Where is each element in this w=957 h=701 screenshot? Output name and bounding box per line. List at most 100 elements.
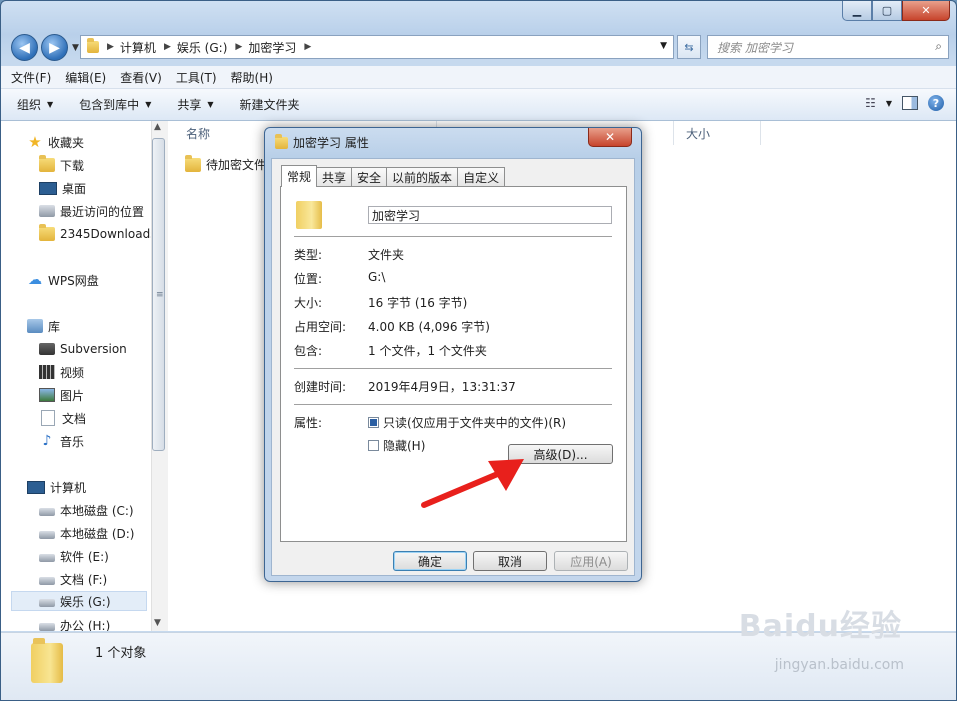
preview-pane-icon[interactable]: [902, 96, 918, 110]
sidebar-item-recent[interactable]: 最近访问的位置: [39, 201, 144, 221]
hidden-checkbox[interactable]: [368, 440, 379, 451]
maximize-button[interactable]: ▢: [872, 1, 902, 21]
readonly-checkbox-row[interactable]: 只读(仅应用于文件夹中的文件)(R): [368, 414, 566, 431]
sidebar-item-drive-d[interactable]: 本地磁盘 (D:): [39, 523, 134, 543]
breadcrumb-folder[interactable]: 加密学习: [248, 39, 296, 56]
breadcrumb-drive[interactable]: 娱乐 (G:): [177, 39, 228, 56]
sidebar-item-label: 本地磁盘 (D:): [60, 526, 135, 541]
list-item[interactable]: 待加密文件: [185, 154, 266, 173]
search-icon[interactable]: ⌕: [935, 39, 942, 54]
include-library-button[interactable]: 包含到库中 ▼: [79, 96, 151, 113]
tab-previous-versions[interactable]: 以前的版本: [386, 167, 459, 186]
sidebar-item-wps[interactable]: ☁ WPS网盘: [27, 270, 99, 290]
sidebar-item-documents[interactable]: 文档: [39, 408, 86, 428]
sidebar-item-videos[interactable]: 视频: [39, 362, 84, 382]
sidebar-item-favorites[interactable]: ★ 收藏夹: [27, 132, 84, 152]
tab-security[interactable]: 安全: [351, 167, 388, 186]
divider: [294, 368, 612, 370]
breadcrumb-computer[interactable]: 计算机: [120, 39, 156, 56]
drive-icon: [39, 599, 55, 607]
sidebar-item-downloads[interactable]: 下载: [39, 155, 84, 175]
sidebar-item-label: 收藏夹: [48, 135, 85, 150]
sidebar-item-label: Subversion: [60, 342, 127, 356]
drive-icon: [39, 531, 55, 539]
sidebar-item-pictures[interactable]: 图片: [39, 385, 84, 405]
organize-label: 组织: [17, 98, 42, 112]
menu-bar: 文件(F) 编辑(E) 查看(V) 工具(T) 帮助(H): [1, 66, 956, 89]
scroll-grip-icon: ≡: [156, 290, 164, 300]
cancel-button[interactable]: 取消: [473, 551, 547, 571]
column-divider[interactable]: [760, 121, 761, 145]
address-bar[interactable]: ▶ 计算机 ▶ 娱乐 (G:) ▶ 加密学习 ▶ ▼: [80, 35, 674, 59]
apply-button[interactable]: 应用(A): [554, 551, 628, 571]
sidebar-item-drive-c[interactable]: 本地磁盘 (C:): [39, 500, 134, 520]
forward-button[interactable]: ▶: [41, 34, 68, 61]
breadcrumb-arrow-icon[interactable]: ▶: [164, 42, 171, 52]
sidebar-item-subversion[interactable]: Subversion: [39, 339, 127, 359]
back-button[interactable]: ◀: [11, 34, 38, 61]
menu-tools[interactable]: 工具(T): [176, 69, 217, 86]
sidebar-item-label: 娱乐 (G:): [60, 594, 111, 609]
prop-value: 4.00 KB (4,096 字节): [368, 320, 490, 334]
menu-edit[interactable]: 编辑(E): [65, 69, 106, 86]
minimize-button[interactable]: ▁: [842, 1, 872, 21]
command-bar: 组织 ▼ 包含到库中 ▼ 共享 ▼ 新建文件夹 ☷ ▼ ?: [1, 89, 956, 121]
folder-name-input[interactable]: 加密学习: [368, 206, 612, 224]
sidebar-item-label: WPS网盘: [48, 273, 99, 288]
scroll-up-icon[interactable]: ▲: [154, 122, 161, 132]
breadcrumb-arrow-icon[interactable]: ▶: [107, 42, 114, 52]
view-options-icon[interactable]: ☷: [865, 96, 876, 110]
prop-row-attributes: 属性: 只读(仅应用于文件夹中的文件)(R): [294, 414, 566, 431]
column-header-name[interactable]: 名称: [186, 121, 210, 145]
folder-icon: [39, 224, 55, 241]
scroll-down-icon[interactable]: ▼: [154, 618, 161, 628]
sidebar-item-drive-f[interactable]: 文档 (F:): [39, 569, 107, 589]
music-icon: ♪: [42, 433, 52, 449]
prop-label: 创建时间:: [294, 380, 347, 394]
sidebar-item-computer[interactable]: 计算机: [27, 477, 86, 497]
search-box[interactable]: 搜索 加密学习 ⌕: [707, 35, 949, 59]
sidebar-item-drive-h[interactable]: 办公 (H:): [39, 615, 110, 631]
sidebar-item-music[interactable]: ♪ 音乐: [39, 431, 84, 451]
drive-icon: [39, 554, 55, 562]
menu-file[interactable]: 文件(F): [11, 69, 51, 86]
include-library-label: 包含到库中: [79, 98, 140, 112]
watermark-logo: Baidu经验: [738, 609, 902, 644]
recent-pages-dropdown-icon[interactable]: ▼: [72, 43, 79, 53]
column-header-size[interactable]: 大小: [686, 121, 710, 145]
prop-label: 属性:: [294, 416, 323, 430]
readonly-checkbox[interactable]: [368, 417, 379, 428]
refresh-button[interactable]: ⇆: [677, 35, 701, 59]
organize-button[interactable]: 组织 ▼: [17, 96, 53, 113]
help-icon[interactable]: ?: [928, 95, 944, 111]
video-icon: [39, 365, 55, 379]
address-dropdown-icon[interactable]: ▼: [660, 41, 667, 51]
tab-customize[interactable]: 自定义: [457, 167, 506, 186]
close-button[interactable]: ✕: [902, 1, 950, 21]
prop-value: 16 字节 (16 字节): [368, 296, 468, 310]
hidden-checkbox-row[interactable]: 隐藏(H): [368, 437, 425, 454]
menu-help[interactable]: 帮助(H): [231, 69, 273, 86]
dialog-close-button[interactable]: ✕: [588, 128, 632, 147]
chevron-down-icon[interactable]: ▼: [886, 99, 892, 108]
column-divider[interactable]: [673, 121, 674, 145]
sidebar-item-label: 本地磁盘 (C:): [60, 503, 134, 518]
sidebar-item-2345downloads[interactable]: 2345Downloads: [39, 224, 151, 244]
sidebar-item-label: 计算机: [50, 480, 87, 495]
prop-row-size: 大小: 16 字节 (16 字节): [294, 294, 467, 311]
sidebar-item-drive-e[interactable]: 软件 (E:): [39, 546, 109, 566]
tab-sharing[interactable]: 共享: [316, 167, 353, 186]
new-folder-button[interactable]: 新建文件夹: [240, 96, 300, 113]
breadcrumb-arrow-icon[interactable]: ▶: [235, 42, 242, 52]
sidebar-item-drive-g[interactable]: 娱乐 (G:): [11, 591, 147, 611]
dialog-title: 加密学习 属性: [293, 136, 369, 150]
breadcrumb-arrow-icon[interactable]: ▶: [304, 42, 311, 52]
prop-label: 大小:: [294, 296, 323, 310]
sidebar-item-desktop[interactable]: 桌面: [39, 178, 86, 198]
tab-general[interactable]: 常规: [281, 165, 318, 187]
menu-view[interactable]: 查看(V): [120, 69, 162, 86]
share-button[interactable]: 共享 ▼: [177, 96, 213, 113]
sidebar-item-libraries[interactable]: 库: [27, 316, 60, 336]
ok-button[interactable]: 确定: [393, 551, 467, 571]
search-input[interactable]: 搜索 加密学习: [717, 39, 793, 56]
